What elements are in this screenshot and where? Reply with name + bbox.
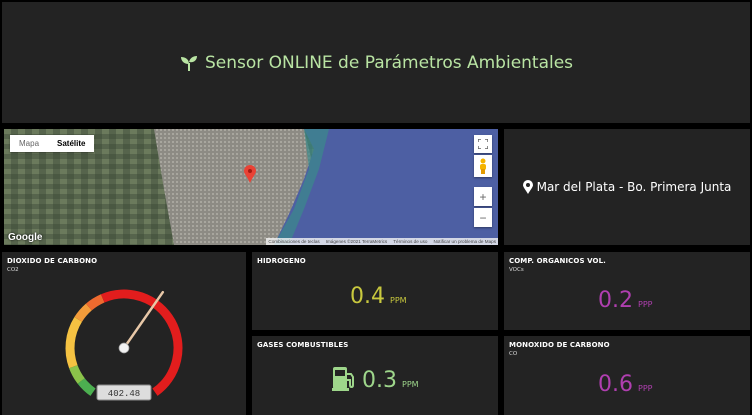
location-text: Mar del Plata - Bo. Primera Junta — [536, 180, 732, 194]
attrib-report[interactable]: Notificar un problema de Maps — [433, 239, 496, 244]
co2-value: 402.48 — [108, 389, 140, 399]
gauge-arc-segment — [85, 294, 105, 311]
location-panel: Mar del Plata - Bo. Primera Junta — [504, 129, 750, 245]
attrib-shortcuts[interactable]: Combinaciones de teclas — [268, 239, 319, 244]
title-wrap: Sensor ONLINE de Parámetros Ambientales — [179, 53, 573, 73]
hidrogeno-value: 0.4 — [350, 284, 385, 309]
gauge-arc-segment — [74, 303, 92, 322]
co2-gauge: 402.48 — [65, 289, 183, 401]
header-panel: Sensor ONLINE de Parámetros Ambientales — [2, 2, 750, 123]
zoom-in-button[interactable]: + — [474, 187, 492, 206]
gases-reading: 0.3 PPM — [362, 368, 419, 393]
tab-satelite[interactable]: Satélite — [48, 135, 94, 152]
pegman-icon — [480, 158, 486, 174]
hidrogeno-title: HIDROGENO — [257, 257, 306, 265]
hidrogeno-panel: HIDROGENO 0.4 PPM — [252, 252, 498, 330]
gauge-arc-segment — [65, 317, 83, 369]
seedling-icon — [180, 55, 197, 71]
co-subtitle: CO — [509, 351, 518, 357]
gauge-arc-segment — [100, 289, 183, 396]
map-marker-icon[interactable] — [244, 165, 256, 183]
gauge-arc-segment — [69, 364, 85, 384]
vocs-panel: COMP. ORGANICOS VOL. VOCs 0.2 PPP — [504, 252, 750, 330]
gases-panel: GASES COMBUSTIBLES 0.3 PPM — [252, 336, 498, 415]
fullscreen-button[interactable] — [474, 135, 492, 153]
co-panel: MONOXIDO DE CARBONO CO 0.6 PPP — [504, 336, 750, 415]
co-title: MONOXIDO DE CARBONO — [509, 341, 610, 349]
vocs-title: COMP. ORGANICOS VOL. — [509, 257, 606, 265]
vocs-value: 0.2 — [598, 288, 633, 313]
hidrogeno-reading: 0.4 PPM — [350, 284, 407, 309]
gauge-arc-segment — [77, 378, 96, 396]
map-panel[interactable]: Mapa Satélite + − Google Combinaciones d… — [4, 129, 498, 245]
map-attribution: Combinaciones de teclas Imágenes ©2021 T… — [266, 238, 498, 245]
gases-unit: PPM — [402, 380, 419, 389]
co2-panel: DIOXIDO DE CARBONO CO2 402.48 — [2, 252, 246, 415]
map-type-tabs: Mapa Satélite — [10, 135, 95, 152]
gas-pump-icon — [332, 367, 354, 391]
street-view-pegman-button[interactable] — [474, 155, 492, 177]
page-title: Sensor ONLINE de Parámetros Ambientales — [204, 52, 574, 73]
vocs-subtitle: VOCs — [509, 267, 524, 273]
co-value: 0.6 — [598, 372, 633, 397]
zoom-out-button[interactable]: − — [474, 208, 492, 227]
tab-mapa[interactable]: Mapa — [10, 135, 48, 152]
co-unit: PPP — [638, 384, 653, 393]
co-reading: 0.6 PPP — [598, 372, 652, 397]
vocs-reading: 0.2 PPP — [598, 288, 652, 313]
vocs-unit: PPP — [638, 300, 653, 309]
gases-title: GASES COMBUSTIBLES — [257, 341, 349, 349]
hidrogeno-unit: PPM — [390, 296, 407, 305]
attrib-terms[interactable]: Términos de uso — [393, 239, 427, 244]
gases-value: 0.3 — [362, 368, 397, 393]
attrib-imagery: Imágenes ©2021 TerraMetrics — [325, 239, 388, 244]
google-logo: Google — [8, 232, 43, 243]
map-pin-icon — [522, 180, 533, 194]
fullscreen-icon — [478, 139, 488, 149]
